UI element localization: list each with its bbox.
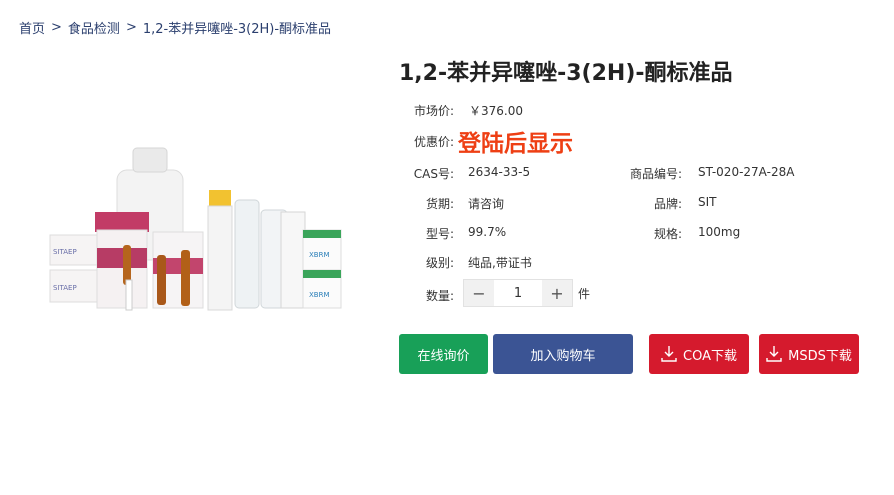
code-value: ST-020-27A-28A — [698, 165, 795, 179]
quantity-label: 数量: — [425, 289, 454, 303]
breadcrumb-separator: > — [51, 20, 62, 35]
product-title: 1,2-苯并异噻唑-3(2H)-酮标准品 — [399, 61, 733, 86]
model-value: 99.7% — [468, 225, 507, 239]
inquiry-button-label: 在线询价 — [417, 348, 470, 364]
brand-value: SIT — [698, 195, 717, 209]
download-icon — [661, 346, 677, 362]
coa-download-label: COA下载 — [683, 348, 737, 364]
market-price-label: 市场价: — [413, 104, 454, 118]
quantity-input[interactable] — [494, 280, 542, 306]
delivery-label: 货期: — [425, 197, 454, 211]
breadcrumb-home[interactable]: 首页 — [19, 18, 45, 37]
model-label: 型号: — [425, 227, 454, 241]
breadcrumb: 首页 > 食品检测 > 1,2-苯并异噻唑-3(2H)-酮标准品 — [19, 18, 331, 37]
quantity-unit: 件 — [578, 287, 591, 301]
delivery-value: 请咨询 — [468, 197, 505, 211]
spec-label: 规格: — [653, 227, 682, 241]
bottle-brand-text-2: XBRM — [309, 291, 330, 299]
product-image: SITAEP SITAEP XBRM XBRM — [49, 147, 342, 311]
quantity-decrease-button[interactable]: − — [464, 280, 494, 306]
quantity-stepper: − + — [463, 279, 573, 307]
breadcrumb-current[interactable]: 1,2-苯并异噻唑-3(2H)-酮标准品 — [143, 18, 331, 37]
add-to-cart-label: 加入购物车 — [530, 348, 596, 364]
market-price-value: ￥376.00 — [469, 104, 523, 118]
grade-label: 级别: — [425, 256, 454, 270]
code-label: 商品编号: — [629, 167, 682, 181]
cas-label: CAS号: — [413, 167, 454, 181]
cas-value: 2634-33-5 — [468, 165, 531, 179]
breadcrumb-separator: > — [125, 20, 137, 35]
box-brand-text-1: SITAEP — [53, 248, 77, 256]
bottle-brand-text-1: XBRM — [309, 251, 330, 259]
coa-download-button[interactable]: COA下载 — [649, 334, 749, 374]
grade-value: 纯品,带证书 — [468, 256, 532, 270]
msds-download-label: MSDS下载 — [788, 348, 852, 364]
box-brand-text-2: SITAEP — [53, 284, 77, 292]
promo-price-text: 登陆后显示 — [458, 131, 573, 157]
quantity-increase-button[interactable]: + — [542, 280, 572, 306]
inquiry-button[interactable]: 在线询价 — [399, 334, 488, 374]
breadcrumb-category[interactable]: 食品检测 — [68, 18, 120, 37]
msds-download-button[interactable]: MSDS下载 — [759, 334, 859, 374]
promo-price-label: 优惠价: — [413, 135, 454, 149]
brand-label: 品牌: — [653, 197, 682, 211]
spec-value: 100mg — [698, 225, 741, 239]
download-icon — [766, 346, 782, 362]
add-to-cart-button[interactable]: 加入购物车 — [493, 334, 633, 374]
